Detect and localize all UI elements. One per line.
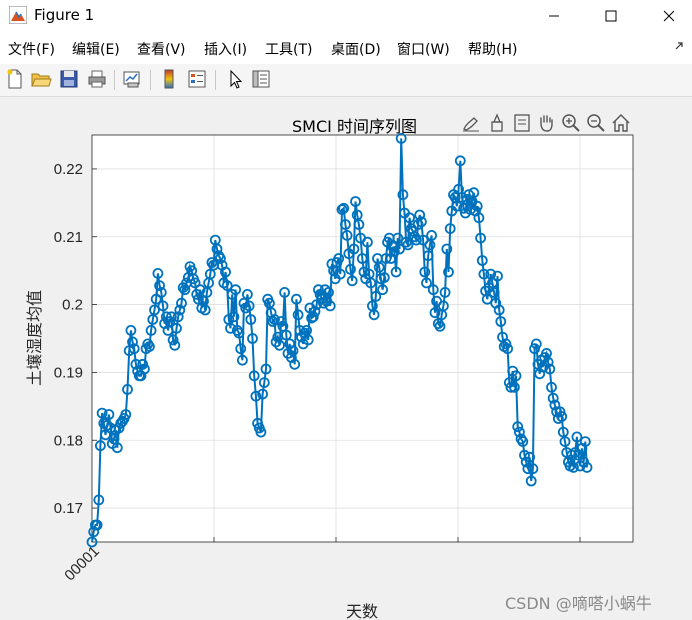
minimize-button[interactable]: [531, 0, 577, 32]
toolbar-separator: [215, 70, 216, 90]
menu-view[interactable]: 查看(V): [137, 39, 186, 59]
menu-desktop[interactable]: 桌面(D): [331, 39, 381, 59]
close-icon: [663, 10, 675, 22]
save-icon[interactable]: [58, 68, 80, 90]
menu-file[interactable]: 文件(F): [8, 39, 55, 59]
toolbar-separator: [150, 70, 151, 90]
menu-help[interactable]: 帮助(H): [468, 39, 517, 59]
new-figure-icon[interactable]: [4, 68, 26, 90]
minimize-icon: [549, 15, 559, 17]
menu-edit[interactable]: 编辑(E): [72, 39, 120, 59]
menu-window[interactable]: 窗口(W): [397, 39, 450, 59]
zoom-out-icon[interactable]: [585, 112, 607, 134]
window-titlebar: Figure 1: [0, 0, 692, 32]
brush-icon[interactable]: [460, 112, 482, 134]
edit-plot-arrow-icon[interactable]: [224, 68, 246, 90]
figure-toolbar: [0, 64, 692, 97]
matlab-figure-icon: [9, 6, 27, 24]
window-title: Figure 1: [34, 6, 95, 24]
chart-title: SMCI 时间序列图: [292, 117, 417, 136]
pan-hand-icon[interactable]: [535, 112, 557, 134]
property-editor-icon[interactable]: [250, 68, 272, 90]
toolbar-separator: [114, 70, 115, 90]
export-icon[interactable]: [511, 112, 533, 134]
dock-arrow-icon[interactable]: [674, 41, 684, 51]
print-icon[interactable]: [86, 68, 108, 90]
menu-bar: 文件(F) 编辑(E) 查看(V) 插入(I) 工具(T) 桌面(D) 窗口(W…: [0, 32, 692, 64]
maximize-button[interactable]: [588, 0, 634, 32]
insert-legend-icon[interactable]: [186, 68, 208, 90]
data-tips-icon[interactable]: [486, 112, 508, 134]
zoom-in-icon[interactable]: [560, 112, 582, 134]
home-icon[interactable]: [610, 112, 632, 134]
watermark: CSDN @嘀嗒小蜗牛: [505, 594, 652, 613]
figure-canvas: [0, 97, 692, 620]
close-button[interactable]: [646, 0, 692, 32]
insert-colorbar-icon[interactable]: [158, 68, 180, 90]
maximize-icon: [605, 10, 617, 22]
menu-insert[interactable]: 插入(I): [204, 39, 247, 59]
open-file-icon[interactable]: [30, 68, 52, 90]
menu-tools[interactable]: 工具(T): [265, 39, 312, 59]
link-plot-icon[interactable]: [121, 68, 143, 90]
